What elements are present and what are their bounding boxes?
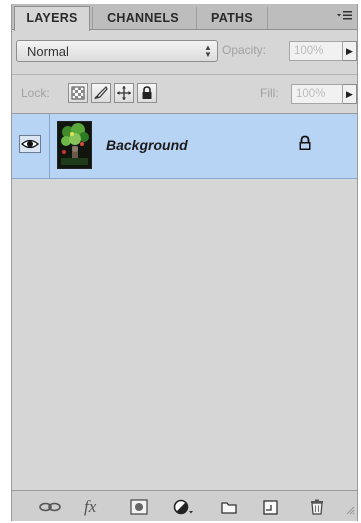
blend-mode-select[interactable]: Normal ▲ ▼ [16, 40, 218, 62]
add-mask-icon[interactable] [129, 498, 149, 516]
lock-label: Lock: [21, 86, 50, 100]
opacity-slider-arrow-icon[interactable]: ▶ [343, 41, 357, 61]
lock-row: Lock: Fill: 100% ▶ [12, 75, 357, 113]
visibility-cell[interactable] [12, 114, 50, 178]
panel-tab-bar: LAYERS CHANNELS PATHS [12, 4, 357, 31]
new-group-icon[interactable] [219, 498, 239, 516]
layer-thumbnail [57, 121, 92, 169]
new-layer-icon[interactable] [261, 498, 281, 516]
eye-icon[interactable] [19, 135, 41, 153]
lock-transparent-pixels-icon[interactable] [68, 83, 88, 103]
lock-position-icon[interactable] [114, 83, 134, 103]
layers-toolbar: fx [12, 490, 357, 521]
layers-panel: LAYERS CHANNELS PATHS Normal ▲ ▼ Opacity:… [11, 4, 358, 521]
opacity-input[interactable]: 100% [289, 41, 343, 61]
fill-slider-arrow-icon[interactable]: ▶ [343, 84, 357, 104]
tab-layers[interactable]: LAYERS [14, 6, 90, 31]
fill-input[interactable]: 100% [291, 84, 343, 104]
delete-layer-icon[interactable] [307, 498, 327, 516]
layer-row-background[interactable]: Background [12, 114, 357, 179]
fill-label: Fill: [260, 86, 279, 100]
fx[interactable]: fx [84, 498, 96, 516]
tab-paths[interactable]: PATHS [196, 7, 268, 29]
layer-locked-icon [298, 135, 312, 156]
lock-image-pixels-icon[interactable] [91, 83, 111, 103]
blend-mode-row: Normal ▲ ▼ Opacity: 100% ▶ [12, 30, 357, 74]
resize-grip-icon[interactable] [345, 502, 355, 520]
link-layers-icon[interactable] [38, 498, 62, 516]
select-updown-icon: ▲ ▼ [204, 43, 212, 59]
blend-mode-value: Normal [27, 44, 69, 59]
tab-channels[interactable]: CHANNELS [92, 7, 193, 29]
adjustment-layer-icon[interactable] [172, 498, 196, 516]
panel-menu-icon[interactable] [335, 8, 353, 24]
opacity-label: Opacity: [222, 43, 267, 57]
layer-name[interactable]: Background [106, 137, 188, 153]
lock-all-icon[interactable] [137, 83, 157, 103]
layer-list[interactable]: Background [12, 114, 357, 490]
